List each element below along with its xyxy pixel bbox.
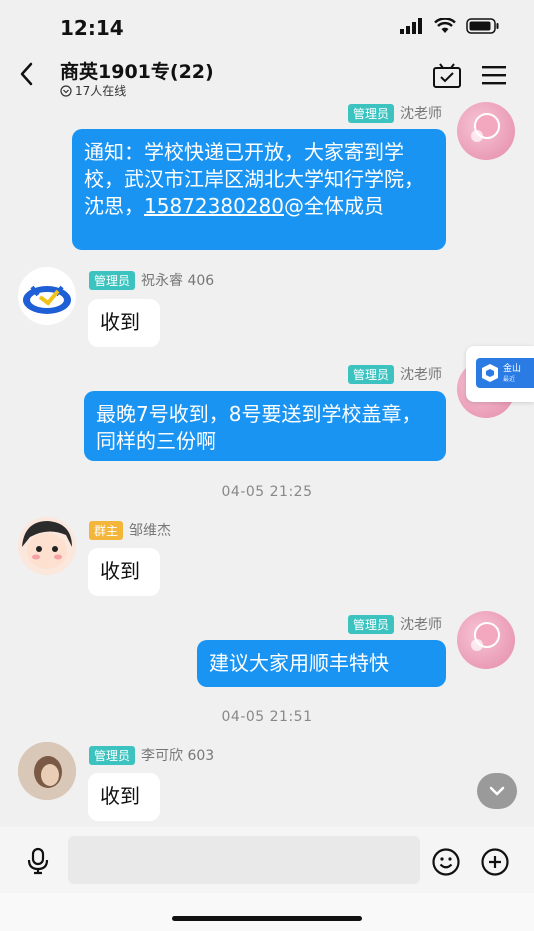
battery-icon (466, 18, 499, 34)
avatar[interactable] (18, 742, 76, 800)
message-meta: 管理员 祝永睿 406 (89, 270, 214, 290)
avatar-balloon-icon (471, 113, 500, 142)
floating-card-subtitle: 最近 (503, 376, 516, 383)
message-meta: 群主 邹维杰 (89, 520, 171, 540)
status-icons (400, 18, 500, 34)
time-separator: 04-05 21:25 (221, 484, 313, 500)
message-text: 收到 (100, 559, 140, 583)
input-bar (0, 827, 534, 893)
avatar-cartoon-face-icon (22, 521, 72, 569)
floating-card-banner: 金山 最近 (476, 358, 534, 388)
sender-name: 沈老师 (400, 367, 442, 383)
role-badge: 管理员 (89, 270, 136, 290)
group-task-button[interactable] (432, 63, 462, 93)
menu-button[interactable] (482, 65, 506, 89)
role-badge: 群主 (89, 520, 124, 540)
message-text: 建议大家用顺丰特快 (209, 651, 389, 675)
menu-icon (482, 66, 506, 85)
phone-link[interactable]: 15872380280 (144, 194, 284, 218)
online-status: 17人在线 (60, 82, 126, 99)
sender-name: 祝永睿 406 (141, 273, 215, 289)
more-actions-button[interactable] (480, 847, 510, 881)
message-bubble[interactable]: 最晚7号收到，8号要送到学校盖章，同样的三份啊 (84, 391, 446, 461)
role-badge: 管理员 (347, 364, 394, 384)
chevron-down-icon (489, 786, 505, 796)
message-bubble[interactable]: 收到 (88, 773, 160, 821)
group-title[interactable]: 商英1901专(22) (60, 57, 214, 84)
avatar[interactable] (457, 102, 515, 160)
cube-icon (482, 364, 498, 382)
message-bubble[interactable]: 通知：学校快递已开放，大家寄到学校，武汉市江岸区湖北大学知行学院，沈思，1587… (72, 129, 446, 250)
avatar[interactable] (18, 517, 76, 575)
microphone-icon (27, 847, 49, 875)
message-text: 收到 (100, 784, 140, 808)
avatar-balloon-icon (471, 622, 500, 651)
message-bubble[interactable]: 收到 (88, 299, 160, 347)
floating-app-card[interactable]: 金山 最近 (466, 346, 534, 402)
message-meta: 管理员 沈老师 (347, 614, 442, 634)
floating-card-title: 金山 (503, 364, 522, 374)
home-indicator[interactable] (172, 916, 362, 921)
status-bar: 12:14 (0, 0, 534, 52)
avatar[interactable] (457, 611, 515, 669)
time-separator: 04-05 21:51 (221, 709, 313, 725)
message-input[interactable] (68, 836, 420, 884)
smiley-icon (432, 848, 460, 876)
online-count: 17人在线 (75, 84, 127, 98)
message-text: 收到 (100, 310, 140, 334)
home-indicator-area (0, 893, 534, 931)
message-bubble[interactable]: 收到 (88, 548, 160, 596)
avatar[interactable] (18, 267, 76, 325)
avatar-cat-icon (23, 285, 71, 314)
role-badge: 管理员 (347, 614, 394, 634)
message-meta: 管理员 沈老师 (347, 103, 442, 123)
sender-name: 邹维杰 (129, 523, 172, 539)
chat-list[interactable]: 管理员 沈老师 通知：学校快递已开放，大家寄到学校，武汉市江岸区湖北大学知行学院… (0, 102, 534, 827)
wifi-icon (434, 18, 456, 33)
calendar-check-icon (433, 63, 461, 88)
sender-name: 沈老师 (400, 106, 442, 122)
plus-circle-icon (481, 848, 509, 876)
sender-name: 沈老师 (400, 617, 442, 633)
back-button[interactable] (18, 60, 34, 94)
scroll-to-bottom-button[interactable] (477, 773, 517, 809)
chevron-left-icon (20, 62, 33, 86)
message-text: 最晚7号收到，8号要送到学校盖章，同样的三份啊 (96, 402, 422, 453)
avatar-photo-icon (18, 742, 76, 800)
chat-header: 商英1901专(22) 17人在线 (0, 52, 534, 102)
voice-button[interactable] (26, 847, 50, 879)
role-badge: 管理员 (89, 745, 136, 765)
status-time: 12:14 (60, 16, 124, 40)
mention-all[interactable]: @全体成员 (284, 194, 384, 218)
message-meta: 管理员 沈老师 (347, 364, 442, 384)
signal-icon (400, 18, 422, 34)
role-badge: 管理员 (347, 103, 394, 123)
online-check-icon (60, 84, 72, 97)
message-meta: 管理员 李可欣 603 (89, 745, 214, 765)
emoji-button[interactable] (431, 847, 461, 881)
sender-name: 李可欣 603 (141, 748, 215, 764)
message-bubble[interactable]: 建议大家用顺丰特快 (197, 640, 446, 687)
